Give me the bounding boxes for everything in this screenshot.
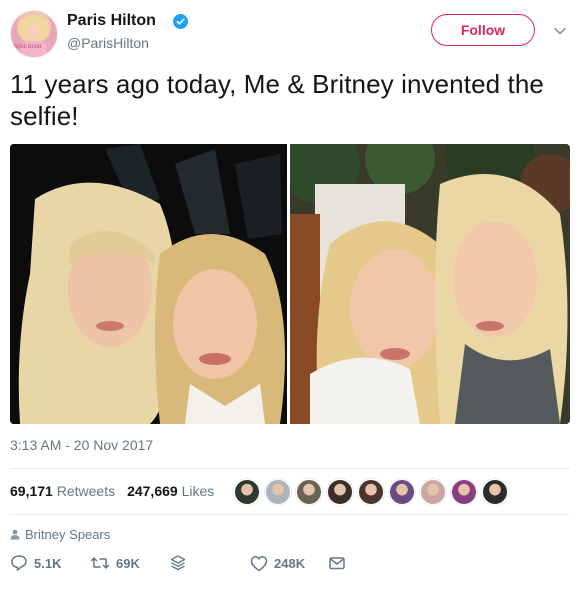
likes-stat[interactable]: 247,669 Likes: [127, 483, 214, 499]
liked-by-avatars: [234, 479, 508, 505]
divider: [10, 514, 570, 515]
likes-count: 247,669: [127, 483, 178, 499]
layers-icon: [170, 555, 186, 571]
photo-right[interactable]: [290, 144, 570, 424]
retweet-action[interactable]: 69K: [90, 554, 170, 572]
likes-label: Likes: [181, 483, 215, 499]
liked-by-avatar[interactable]: [234, 479, 260, 505]
liked-by-avatar[interactable]: [482, 479, 508, 505]
tweet-text: 11 years ago today, Me & Britney invente…: [10, 69, 544, 131]
tweet-stats: 69,171 Retweets 247,669 Likes: [10, 483, 214, 499]
retweets-count: 69,171: [10, 483, 53, 499]
photo-left[interactable]: [10, 144, 287, 424]
liked-by-avatar[interactable]: [327, 479, 353, 505]
retweet-icon: [90, 557, 110, 569]
message-action[interactable]: [328, 555, 346, 571]
reply-action[interactable]: 5.1K: [10, 554, 90, 572]
chevron-down-icon[interactable]: [553, 24, 567, 38]
like-count: 248K: [274, 555, 306, 571]
person-icon: [10, 529, 20, 540]
liked-by-avatar[interactable]: [420, 479, 446, 505]
avatar-caption: ROSE RUSH: [14, 45, 42, 50]
author-name[interactable]: Paris Hilton: [67, 12, 156, 30]
liked-by-avatar[interactable]: [296, 479, 322, 505]
tweet-media[interactable]: [10, 144, 570, 424]
reply-icon: [11, 555, 27, 571]
tweet-timestamp[interactable]: 3:13 AM - 20 Nov 2017: [10, 437, 153, 453]
liked-by-avatar[interactable]: [265, 479, 291, 505]
retweet-count: 69K: [116, 555, 140, 571]
reply-count: 5.1K: [34, 555, 62, 571]
avatar[interactable]: ROSE RUSH: [10, 10, 58, 58]
liked-by-avatar[interactable]: [389, 479, 415, 505]
retweets-label: Retweets: [56, 483, 116, 499]
liked-by-avatar[interactable]: [451, 479, 477, 505]
envelope-icon: [329, 557, 345, 570]
heart-icon: [250, 555, 268, 571]
verified-badge-icon: [173, 14, 188, 29]
stack-action[interactable]: [170, 554, 250, 572]
retweets-stat[interactable]: 69,171 Retweets: [10, 483, 115, 499]
follow-button[interactable]: Follow: [431, 14, 535, 46]
divider: [10, 468, 570, 469]
author-handle[interactable]: @ParisHilton: [67, 35, 149, 51]
avatar-face: [27, 23, 41, 40]
like-action[interactable]: 248K: [250, 555, 328, 572]
liked-by-avatar[interactable]: [358, 479, 384, 505]
tweet-actions: 5.1K 69K 248K: [10, 554, 346, 572]
reply-context-name: Britney Spears: [25, 527, 111, 542]
reply-context[interactable]: Britney Spears: [10, 527, 110, 542]
